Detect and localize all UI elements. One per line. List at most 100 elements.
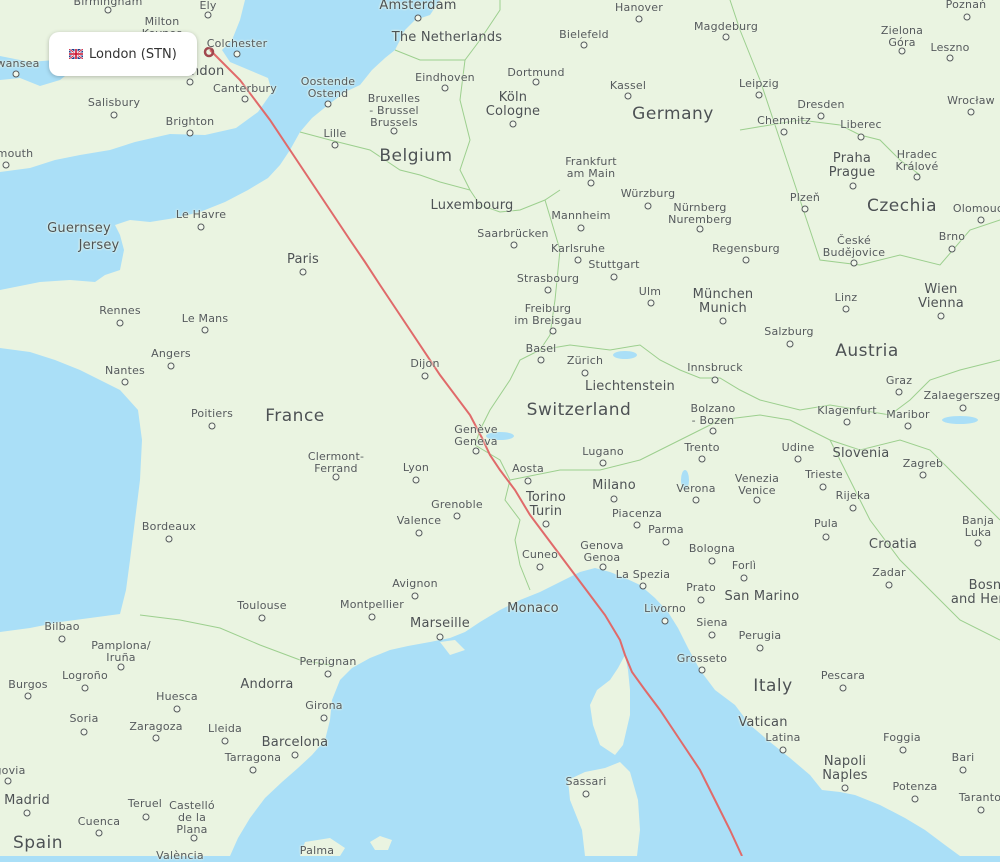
city-label: wansea [0,57,40,70]
city-dot [577,224,585,232]
city-dot [946,54,954,62]
city-label: Forlì [731,559,757,572]
city-label: Salzburg [764,325,814,338]
city-dot [580,41,588,49]
city-label: Bielefeld [559,28,609,41]
city-label: Freiburg im Breisgau [514,302,582,327]
city-label: Le Havre [175,208,227,221]
city-dot [959,766,967,774]
city-dot [842,305,850,313]
city-dot [121,378,129,386]
country-label: Austria [835,341,899,361]
city-dot [780,128,788,136]
city-dot [537,356,545,364]
city-label: Avignon [392,577,438,590]
country-label: San Marino [724,589,800,604]
city-label: Grosseto [676,652,728,665]
city-label: Potenza [892,780,938,793]
country-label: Czechia [866,196,938,216]
city-dot [599,563,607,571]
city-dot [549,327,557,335]
city-label: Wien Vienna [918,282,964,311]
city-dot [899,746,907,754]
city-dot [249,766,257,774]
city-dot [532,78,540,86]
city-label: Teruel [127,797,163,810]
country-label: Monaco [507,601,559,616]
city-dot [412,476,420,484]
city-label: Poitiers [190,407,234,420]
city-label: Barcelona [261,735,329,750]
city-label: Rijeka [835,489,871,502]
city-label: Milano [592,478,636,493]
city-label: Parma [648,523,684,536]
city-dot [390,127,398,135]
city-label: Maribor [886,408,930,421]
city-dot [110,111,118,119]
city-label: Nürnberg Nuremberg [668,201,732,226]
city-label: Klagenfurt [817,404,877,417]
city-label: Rennes [99,304,141,317]
city-label: Montpellier [340,598,404,611]
city-dot [436,633,444,641]
city-dot [421,372,429,380]
city-label: Piacenza [611,507,663,520]
city-dot [441,84,449,92]
city-label: Würzburg [620,187,676,200]
city-label: Valence [396,514,442,527]
city-dot [186,78,194,86]
city-dot [324,670,332,678]
city-dot [977,806,985,814]
city-dot [898,47,906,55]
city-label: Ulm [638,285,662,298]
city-label: Aosta [512,462,544,475]
city-label: Köln Cologne [485,90,541,119]
city-label: Graz [885,374,913,387]
city-label: Grenoble [431,498,483,511]
city-label: Strasbourg [516,272,580,285]
city-dot [977,216,985,224]
city-label: Verona [676,482,716,495]
city-label: València [156,849,204,862]
city-label: Olomouc [952,202,1000,215]
city-label: Lugano [582,445,624,458]
city-label: Colchester [206,37,268,50]
city-dot [692,496,700,504]
city-dot [974,539,982,547]
city-dot [233,50,241,58]
lake-balaton [942,416,978,424]
city-dot [817,112,825,120]
city-dot [696,225,704,233]
city-dot [599,459,607,467]
city-dot [661,617,669,625]
city-label: Pula [813,517,839,530]
city-dot [299,268,307,276]
uk-flag-icon [69,49,83,59]
city-label: Livorno [644,602,686,615]
origin-popup[interactable]: London (STN) [49,32,197,76]
city-dot [698,666,706,674]
city-label: Burgos [8,678,48,691]
city-dot [104,6,112,14]
city-label: Perugia [738,629,782,642]
country-label: Belgium [379,146,453,166]
city-dot [58,635,66,643]
city-label: Linz [834,291,858,304]
city-dot [610,495,618,503]
city-label: Saarbrücken [477,227,549,240]
city-label: Dortmund [507,66,565,79]
country-label: Croatia [868,537,918,552]
city-label: Leszno [930,41,970,54]
city-label: Logroño [62,669,108,682]
city-label: Pamplona/ Iruña [91,639,151,664]
city-dot [23,809,31,817]
city-dot [849,182,857,190]
city-dot [582,790,590,798]
city-dot [635,15,643,23]
city-label: Eindhoven [415,71,475,84]
country-label: France [265,406,325,426]
city-label: Kassel [609,79,647,92]
city-label: Salisbury [87,96,141,109]
city-dot [12,70,20,78]
country-label: Andorra [240,677,294,692]
